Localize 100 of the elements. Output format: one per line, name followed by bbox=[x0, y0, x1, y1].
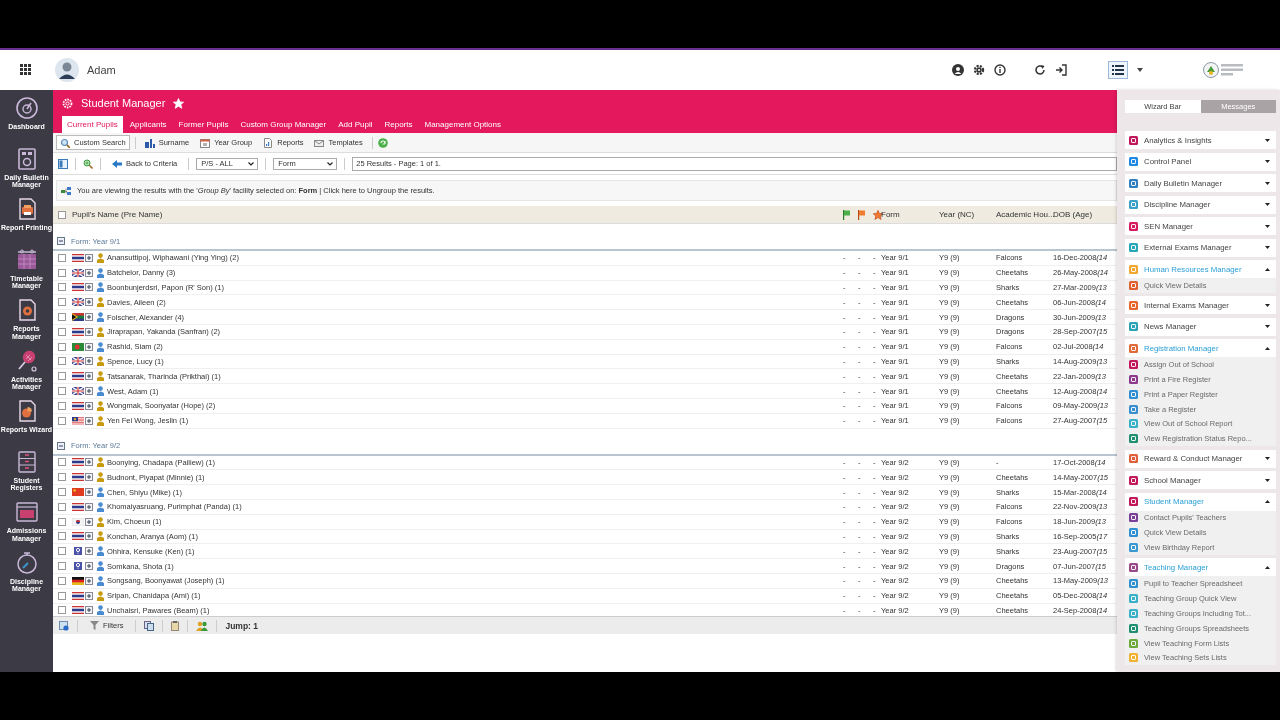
checkbox[interactable] bbox=[58, 372, 66, 381]
expand-icon[interactable] bbox=[85, 387, 93, 396]
caret-icon[interactable] bbox=[1265, 181, 1270, 185]
column-header[interactable]: Pupil's Name (Pre Name) bbox=[72, 210, 843, 219]
checkbox[interactable] bbox=[58, 502, 66, 511]
collapse-icon[interactable] bbox=[57, 441, 65, 450]
checkbox[interactable] bbox=[58, 547, 66, 556]
checkbox[interactable] bbox=[58, 576, 66, 585]
expand-icon[interactable] bbox=[85, 313, 93, 322]
flag-icon[interactable] bbox=[843, 209, 851, 220]
checkbox[interactable] bbox=[58, 210, 66, 219]
calendar-icon bbox=[200, 137, 211, 148]
expand-icon[interactable] bbox=[85, 502, 93, 511]
tab[interactable]: Reports bbox=[379, 116, 418, 133]
expand-icon[interactable] bbox=[85, 591, 93, 600]
checkbox[interactable] bbox=[58, 327, 66, 336]
copy-icon[interactable] bbox=[144, 620, 155, 631]
column-header[interactable]: Form bbox=[881, 210, 939, 219]
checkbox[interactable] bbox=[58, 488, 66, 497]
expand-icon[interactable] bbox=[85, 606, 93, 615]
list-icon bbox=[1112, 65, 1124, 75]
collapse-icon[interactable] bbox=[57, 237, 65, 245]
window-icon[interactable] bbox=[14, 500, 39, 524]
stopwatch-icon[interactable] bbox=[14, 550, 39, 575]
menu-icon[interactable] bbox=[19, 63, 33, 77]
settings-icon[interactable] bbox=[973, 64, 985, 76]
checkbox[interactable] bbox=[58, 591, 66, 600]
checkbox[interactable] bbox=[58, 298, 66, 307]
tab[interactable]: Custom Group Manager bbox=[235, 116, 332, 133]
checkbox[interactable] bbox=[58, 313, 66, 322]
logout-icon[interactable] bbox=[1055, 64, 1067, 76]
tab[interactable]: Add Pupil bbox=[333, 116, 378, 133]
expand-icon[interactable] bbox=[85, 327, 93, 336]
expand-icon[interactable] bbox=[85, 298, 93, 307]
list-view-button[interactable] bbox=[1108, 61, 1128, 79]
expand-icon[interactable] bbox=[85, 416, 93, 425]
school-logo bbox=[1203, 62, 1245, 78]
checkbox[interactable] bbox=[58, 253, 66, 262]
info-icon[interactable] bbox=[994, 64, 1006, 76]
caret-icon[interactable] bbox=[1265, 346, 1270, 350]
tab[interactable]: Former Pupils bbox=[173, 116, 234, 133]
checkbox[interactable] bbox=[58, 416, 66, 425]
caret-icon[interactable] bbox=[1265, 246, 1270, 249]
caret-icon[interactable] bbox=[1265, 203, 1270, 206]
expand-icon[interactable] bbox=[85, 342, 93, 351]
caret-icon[interactable] bbox=[1265, 224, 1270, 228]
checkbox[interactable] bbox=[58, 342, 66, 351]
checkbox[interactable] bbox=[58, 606, 66, 615]
caret-icon[interactable] bbox=[1265, 500, 1270, 504]
caret-icon[interactable] bbox=[1265, 160, 1270, 163]
star-icon[interactable] bbox=[873, 209, 883, 220]
checkbox[interactable] bbox=[58, 562, 66, 571]
checkbox[interactable] bbox=[58, 401, 66, 410]
caret-icon[interactable] bbox=[1265, 478, 1270, 482]
caret-icon[interactable] bbox=[1265, 303, 1270, 307]
chevron-down-icon bbox=[327, 161, 334, 166]
user-icon[interactable] bbox=[952, 64, 964, 76]
checkbox[interactable] bbox=[58, 283, 66, 292]
tab[interactable]: Applicants bbox=[124, 116, 172, 133]
expand-icon[interactable] bbox=[85, 357, 93, 366]
expand-icon[interactable] bbox=[85, 473, 93, 482]
caret-icon[interactable] bbox=[1265, 325, 1270, 329]
checkbox[interactable] bbox=[58, 387, 66, 396]
expand-icon[interactable] bbox=[85, 401, 93, 410]
expand-icon[interactable] bbox=[85, 547, 93, 556]
expand-icon[interactable] bbox=[85, 372, 93, 381]
recycle-icon[interactable] bbox=[377, 137, 388, 148]
people-icon[interactable] bbox=[196, 620, 209, 631]
expand-icon[interactable] bbox=[85, 488, 93, 497]
avatar-icon bbox=[55, 58, 79, 82]
expand-icon[interactable] bbox=[85, 283, 93, 292]
caret-icon[interactable] bbox=[1265, 138, 1270, 142]
clipboard-icon[interactable] bbox=[171, 620, 180, 631]
refresh-icon[interactable] bbox=[1034, 64, 1046, 76]
expand-icon[interactable] bbox=[85, 576, 93, 585]
column-header[interactable]: Year (NC) bbox=[939, 210, 996, 219]
tab[interactable]: Current Pupils bbox=[62, 116, 123, 133]
columns-icon[interactable] bbox=[58, 158, 68, 169]
expand-icon[interactable] bbox=[85, 562, 93, 571]
column-header[interactable]: DOB (Age) bbox=[1053, 210, 1117, 219]
checkbox[interactable] bbox=[58, 357, 66, 366]
gauge-icon[interactable] bbox=[14, 96, 39, 120]
expand-icon[interactable] bbox=[85, 517, 93, 526]
checkbox[interactable] bbox=[58, 473, 66, 482]
expand-icon[interactable] bbox=[85, 253, 93, 262]
caret-icon[interactable] bbox=[1265, 565, 1270, 569]
tab[interactable]: Management Options bbox=[419, 116, 506, 133]
caret-icon[interactable] bbox=[1137, 68, 1143, 72]
column-header[interactable]: Academic Hou... bbox=[996, 210, 1053, 219]
expand-icon[interactable] bbox=[85, 268, 93, 277]
zoom-icon[interactable] bbox=[83, 158, 93, 169]
expand-icon[interactable] bbox=[85, 532, 93, 541]
expand-icon[interactable] bbox=[85, 458, 93, 467]
checkbox[interactable] bbox=[58, 517, 66, 526]
flag-icon[interactable] bbox=[858, 209, 866, 220]
caret-icon[interactable] bbox=[1265, 267, 1270, 271]
checkbox[interactable] bbox=[58, 532, 66, 541]
caret-icon[interactable] bbox=[1265, 457, 1270, 461]
checkbox[interactable] bbox=[58, 458, 66, 467]
checkbox[interactable] bbox=[58, 268, 66, 277]
